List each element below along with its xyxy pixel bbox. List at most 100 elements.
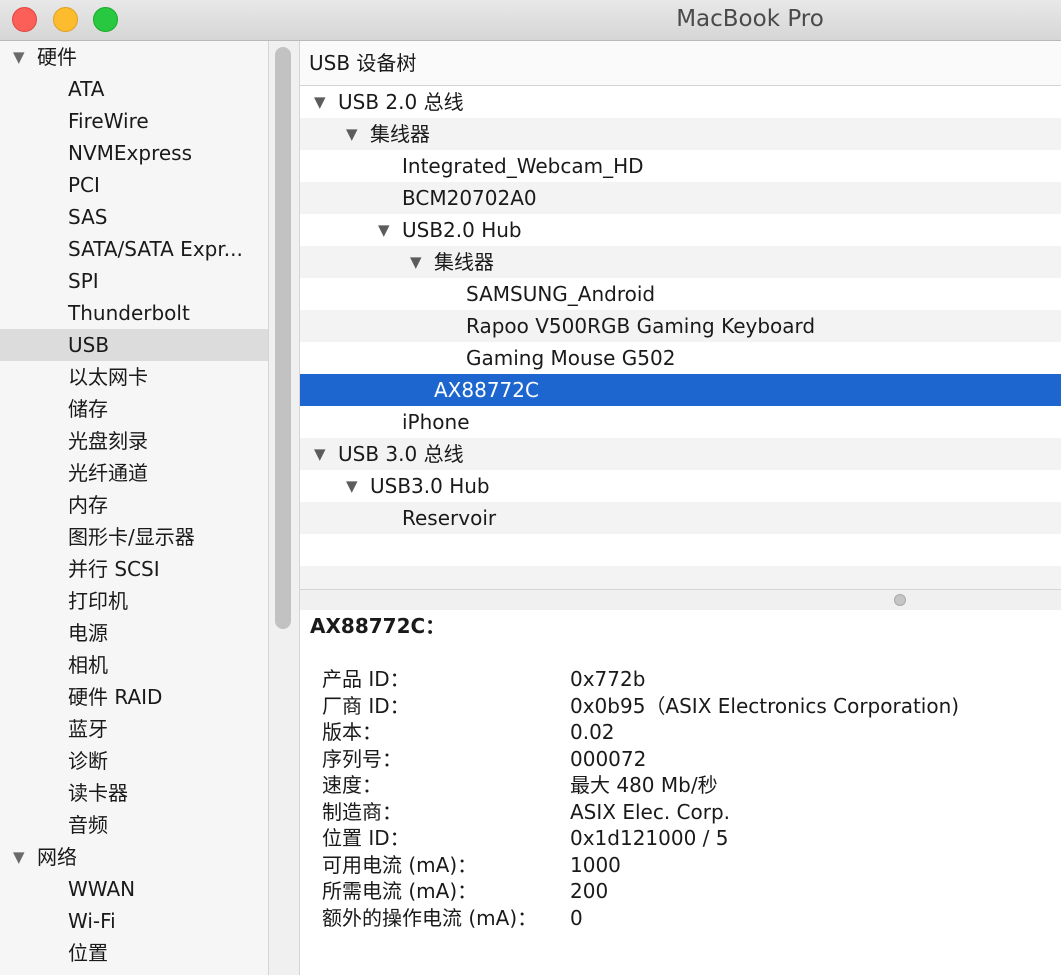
sidebar-item-label: USB <box>68 333 110 357</box>
sidebar-group[interactable]: ▼ 网络 <box>0 841 268 873</box>
tree-row-label: Gaming Mouse G502 <box>466 346 676 370</box>
disclosure-triangle-icon[interactable]: ▼ <box>410 246 422 278</box>
sidebar-item-label: 蓝牙 <box>68 717 108 741</box>
tree-row[interactable]: SAMSUNG_Android <box>300 278 1061 310</box>
sidebar-item[interactable]: Wi-Fi <box>0 905 268 937</box>
tree-row[interactable]: ▼ USB 2.0 总线 <box>300 86 1061 118</box>
property-key: 所需电流 (mA)： <box>322 879 478 903</box>
tree-row-label: Integrated_Webcam_HD <box>402 154 644 178</box>
close-window-button[interactable] <box>12 7 37 32</box>
sidebar-item-label: 光盘刻录 <box>68 429 148 453</box>
sidebar-group-label: 网络 <box>37 845 77 869</box>
sidebar-item-label: WWAN <box>68 877 136 901</box>
disclosure-triangle-icon[interactable]: ▼ <box>346 470 358 502</box>
minimize-window-button[interactable] <box>53 7 78 32</box>
sidebar-item[interactable]: 相机 <box>0 649 268 681</box>
sidebar-item[interactable]: FireWire <box>0 105 268 137</box>
sidebar-item[interactable]: 光纤通道 <box>0 457 268 489</box>
window-title: MacBook Pro <box>676 6 824 32</box>
tree-row[interactable]: AX88772C <box>300 374 1061 406</box>
property-value: 000072 <box>570 746 647 771</box>
property-value: 1000 <box>570 852 621 877</box>
property-key: 版本： <box>322 720 382 744</box>
pane-splitter[interactable] <box>300 589 1061 611</box>
tree-row[interactable]: Integrated_Webcam_HD <box>300 150 1061 182</box>
sidebar-item[interactable]: 内存 <box>0 489 268 521</box>
sidebar-item[interactable]: 图形卡/显示器 <box>0 521 268 553</box>
sidebar-item[interactable]: 诊断 <box>0 745 268 777</box>
sidebar-group[interactable]: ▼ 硬件 <box>0 41 268 73</box>
property-value: 0x0b95（ASIX Electronics Corporation) <box>570 693 960 718</box>
property-value: 最大 480 Mb/秒 <box>570 773 718 797</box>
property-value: 0x772b <box>570 667 646 691</box>
sidebar-item[interactable]: Thunderbolt <box>0 297 268 329</box>
tree-row-label: SAMSUNG_Android <box>466 282 656 306</box>
tree-row-label: AX88772C <box>434 378 539 402</box>
sidebar-item[interactable]: SPI <box>0 265 268 297</box>
sidebar-item-label: 硬件 RAID <box>68 685 163 709</box>
sidebar-item-label: FireWire <box>68 109 149 133</box>
sidebar-item-label: ATA <box>68 77 105 101</box>
tree-row-label: iPhone <box>402 410 470 434</box>
tree-row[interactable]: ▼ 集线器 <box>300 118 1061 150</box>
sidebar-item[interactable]: 储存 <box>0 393 268 425</box>
disclosure-triangle-icon[interactable]: ▼ <box>346 118 358 150</box>
sidebar-item[interactable]: 位置 <box>0 937 268 969</box>
sidebar-item-label: 音频 <box>68 813 108 837</box>
tree-row[interactable]: Rapoo V500RGB Gaming Keyboard <box>300 310 1061 342</box>
property-key: 厂商 ID： <box>322 693 410 718</box>
tree-row[interactable]: ▼ 集线器 <box>300 246 1061 278</box>
sidebar-item[interactable]: 读卡器 <box>0 777 268 809</box>
sidebar-item[interactable]: 硬件 RAID <box>0 681 268 713</box>
property-key: 产品 ID： <box>322 667 410 691</box>
sidebar-item-label: PCI <box>68 173 100 197</box>
tree-row[interactable]: ▼ USB3.0 Hub <box>300 470 1061 502</box>
sidebar-item[interactable]: NVMExpress <box>0 137 268 169</box>
tree-row-label: 集线器 <box>434 250 494 274</box>
disclosure-triangle-icon[interactable]: ▼ <box>378 214 390 246</box>
property-value: 0.02 <box>570 720 615 744</box>
disclosure-triangle-icon[interactable]: ▼ <box>314 438 326 470</box>
disclosure-triangle-icon[interactable]: ▼ <box>13 41 25 73</box>
sidebar-item[interactable]: 蓝牙 <box>0 713 268 745</box>
sidebar-item-label: SAS <box>68 205 108 229</box>
tree-row-label: USB 2.0 总线 <box>338 90 464 114</box>
tree-row-label: 集线器 <box>370 122 430 146</box>
sidebar-item-label: Wi-Fi <box>68 909 116 933</box>
tree-row-label: BCM20702A0 <box>402 186 537 210</box>
sidebar-item-label: Thunderbolt <box>68 301 190 325</box>
device-detail-pane: AX88772C： 产品 ID： 0x772b 厂商 ID： 0x0b95（ASIX … <box>300 610 1061 975</box>
tree-header-label: USB 设备树 <box>309 51 417 75</box>
sidebar-item[interactable]: PCI <box>0 169 268 201</box>
sidebar-item[interactable]: 打印机 <box>0 585 268 617</box>
sidebar-item-label: 内存 <box>68 493 108 517</box>
zoom-window-button[interactable] <box>93 7 118 32</box>
tree-row[interactable]: iPhone <box>300 406 1061 438</box>
sidebar-item-label: 储存 <box>68 397 108 421</box>
sidebar-item[interactable]: 以太网卡 <box>0 361 268 393</box>
sidebar-item[interactable]: 音频 <box>0 809 268 841</box>
tree-row[interactable]: Gaming Mouse G502 <box>300 342 1061 374</box>
sidebar-scrollbar-thumb[interactable] <box>275 47 291 629</box>
disclosure-triangle-icon[interactable]: ▼ <box>13 841 25 873</box>
sidebar-item[interactable]: 电源 <box>0 617 268 649</box>
tree-row[interactable]: ▼ USB2.0 Hub <box>300 214 1061 246</box>
sidebar-item[interactable]: USB <box>0 329 268 361</box>
sidebar-item[interactable]: SAS <box>0 201 268 233</box>
sidebar-item[interactable]: ATA <box>0 73 268 105</box>
sidebar-item[interactable]: 并行 SCSI <box>0 553 268 585</box>
disclosure-triangle-icon[interactable]: ▼ <box>314 86 326 118</box>
sidebar-item-label: SPI <box>68 269 99 293</box>
tree-row-label: Rapoo V500RGB Gaming Keyboard <box>466 314 816 338</box>
sidebar-item[interactable]: WWAN <box>0 873 268 905</box>
tree-row-empty <box>300 534 1061 566</box>
sidebar-item-label: 读卡器 <box>68 781 128 805</box>
tree-row[interactable]: ▼ USB 3.0 总线 <box>300 438 1061 470</box>
tree-row[interactable]: BCM20702A0 <box>300 182 1061 214</box>
tree-row[interactable]: Reservoir <box>300 502 1061 534</box>
splitter-handle-icon[interactable] <box>894 594 906 606</box>
sidebar-item[interactable]: SATA/SATA Expr... <box>0 233 268 265</box>
usb-device-tree: USB 设备树 ▼ USB 2.0 总线 ▼ 集线器 Integrated_Webcam… <box>300 41 1061 598</box>
tree-row-label: Reservoir <box>402 506 497 530</box>
sidebar-item[interactable]: 光盘刻录 <box>0 425 268 457</box>
